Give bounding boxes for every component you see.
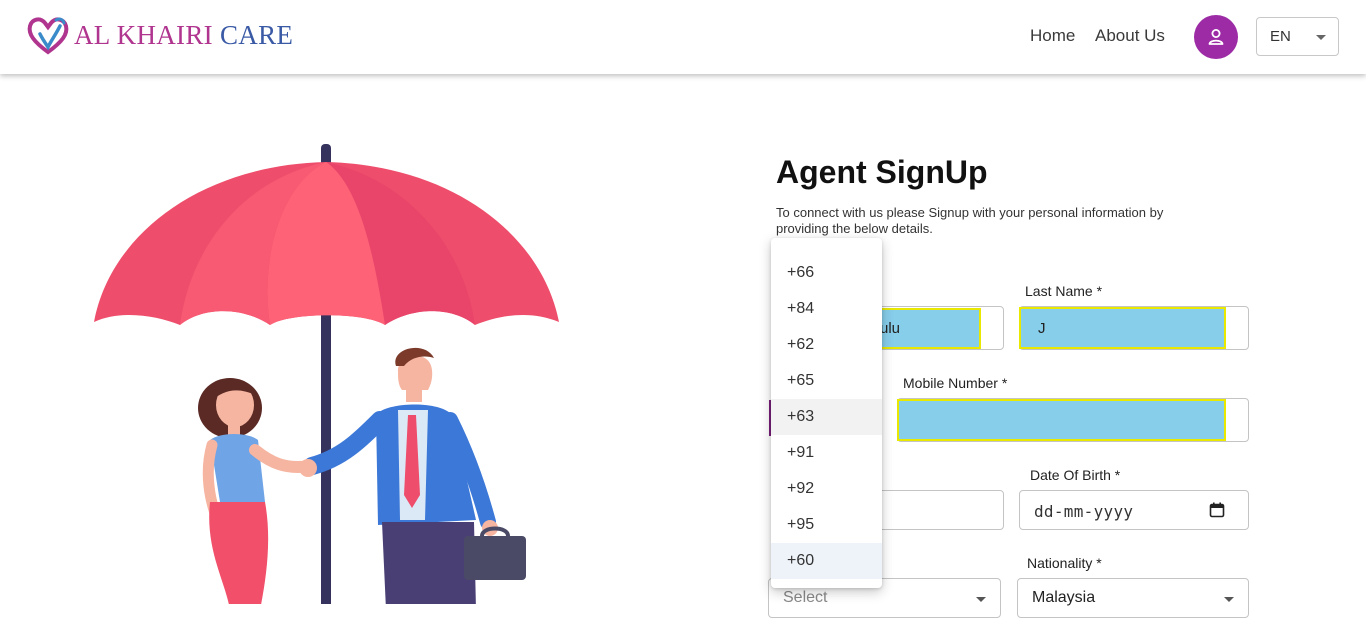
calendar-icon[interactable] [1209,502,1225,518]
dob-input[interactable]: dd-mm-yyyy [1034,502,1133,521]
chevron-down-icon [976,597,986,602]
country-code-option-hovered[interactable]: +63 [771,399,882,435]
country-code-option[interactable]: +95 [771,507,882,543]
heart-hands-logo-icon [27,17,69,55]
language-value: EN [1270,28,1291,45]
brand-logo[interactable]: AL KHAIRI CARE [26,14,293,56]
nationality-label: Nationality * [1027,555,1102,571]
handshake-umbrella-illustration [94,144,559,604]
top-navbar: AL KHAIRI CARE Home About Us EN [0,0,1366,74]
country-code-option-selected[interactable]: +60 [771,543,882,579]
country-code-option[interactable]: +62 [771,327,882,363]
brand-name-part2: CARE [220,19,294,50]
brand-name-part1: AL KHAIRI [74,19,213,50]
user-account-button[interactable] [1194,15,1238,59]
dob-label: Date Of Birth * [1030,467,1121,483]
form-description: To connect with us please Signup with yo… [776,205,1164,236]
country-code-option[interactable]: +65 [771,363,882,399]
language-select[interactable]: EN [1256,17,1339,56]
gender-select-value: Select [783,589,828,606]
nav-home-link[interactable]: Home [1030,26,1075,46]
chevron-down-icon [1224,597,1234,602]
last-name-label: Last Name * [1025,283,1103,299]
last-name-input[interactable]: J [1019,307,1226,349]
page-title: Agent SignUp [776,154,988,190]
country-code-option[interactable]: +92 [771,471,882,507]
nationality-select[interactable]: Malaysia [1017,578,1249,618]
country-code-option[interactable]: +84 [771,291,882,327]
nav-about-us-link[interactable]: About Us [1095,26,1165,46]
brand-name: AL KHAIRI CARE [74,20,293,51]
nationality-select-value: Malaysia [1032,589,1096,606]
country-code-option[interactable]: +91 [771,435,882,471]
chevron-down-icon [1316,35,1326,40]
country-code-dropdown-menu: +66 +84 +62 +65 +63 +91 +92 +95 +60 [771,238,882,588]
country-code-option[interactable]: +66 [771,255,882,291]
mobile-number-label: Mobile Number * [903,375,1008,391]
first-name-input[interactable]: ulu [872,308,981,349]
mobile-number-input[interactable] [897,399,1226,441]
user-icon [1208,29,1224,45]
